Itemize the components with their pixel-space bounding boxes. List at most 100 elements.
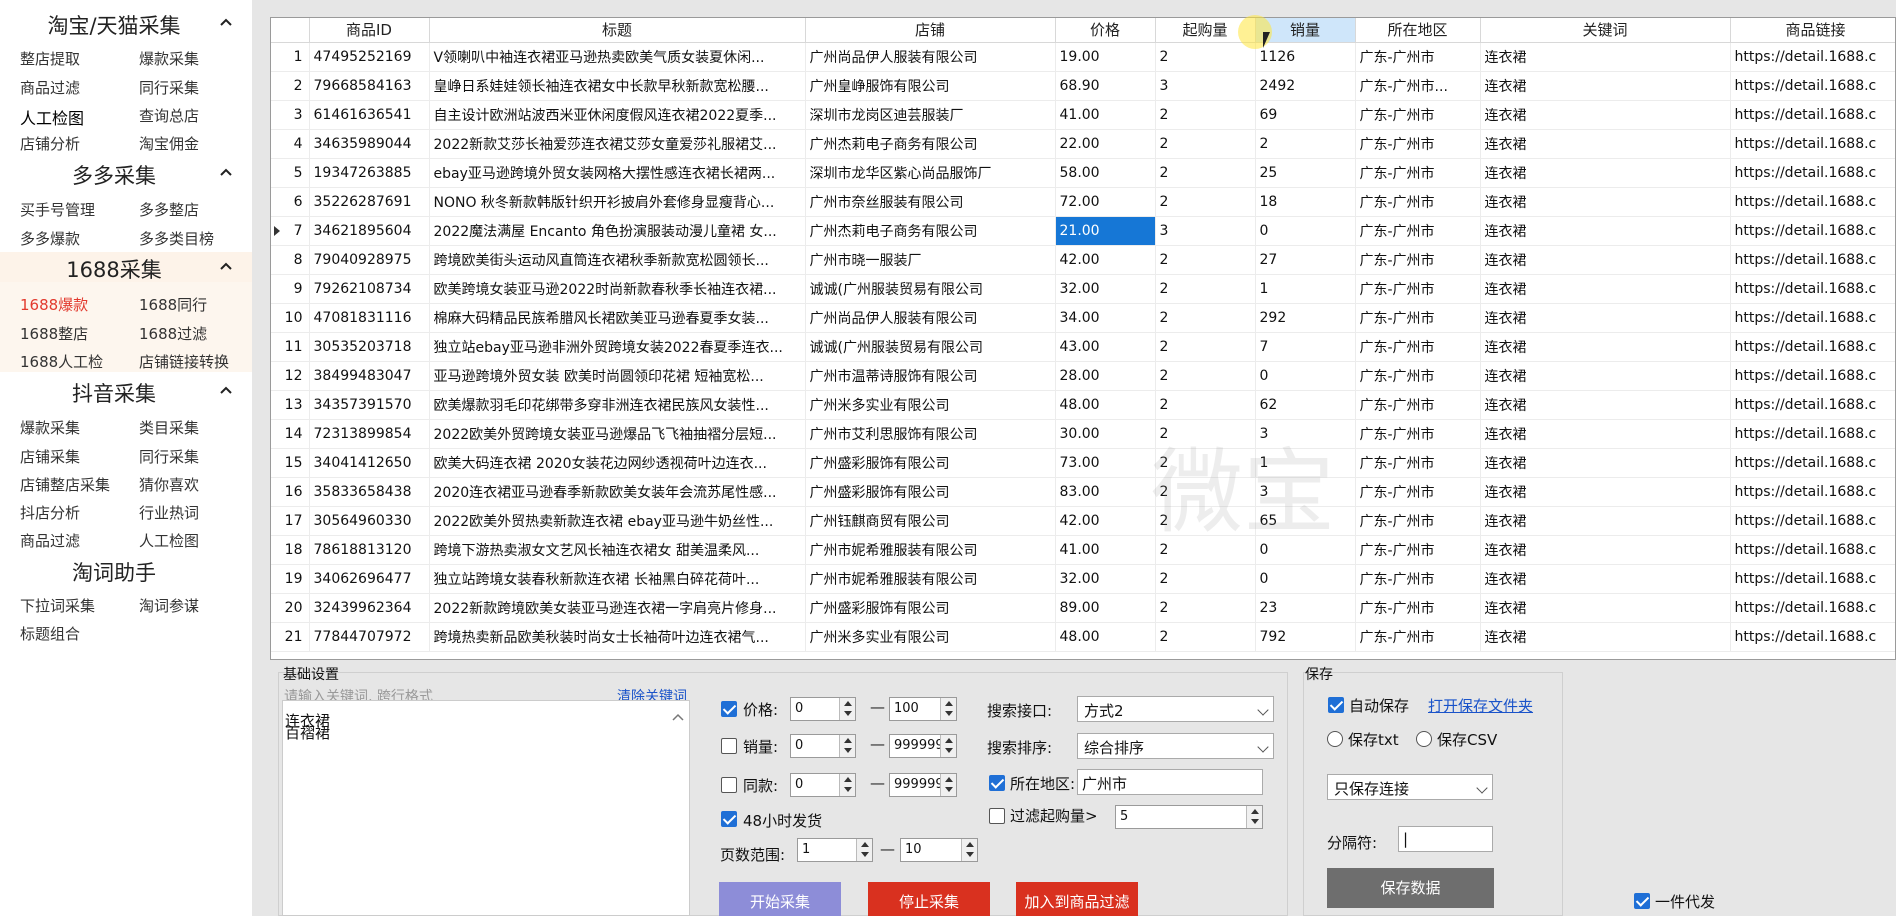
shop-cell[interactable]: 广州市妮希雅服装有限公司 bbox=[805, 535, 1056, 565]
region-cell[interactable]: 广东-广州市 bbox=[1355, 477, 1481, 507]
keyword-cell[interactable]: 连衣裙 bbox=[1480, 593, 1731, 623]
sidebar-item-dy-peer[interactable]: 同行采集 bbox=[139, 446, 199, 467]
min-order-cell[interactable]: 2 bbox=[1155, 187, 1256, 217]
spinner-icon[interactable] bbox=[1246, 806, 1262, 828]
product-id-cell[interactable]: 38499483047 bbox=[309, 361, 430, 391]
section-header-1688[interactable]: 1688采集 bbox=[0, 252, 252, 282]
price-cell[interactable]: 30.00 bbox=[1055, 419, 1156, 449]
sidebar-item-title-combine[interactable]: 标题组合 bbox=[20, 623, 80, 644]
product-id-cell[interactable]: 79668584163 bbox=[309, 71, 430, 101]
product-id-cell[interactable]: 47495252169 bbox=[309, 42, 430, 72]
price-min-input[interactable]: 0 bbox=[790, 697, 856, 721]
region-cell[interactable]: 广东-广州市 bbox=[1355, 187, 1481, 217]
sales-cell[interactable]: 0 bbox=[1255, 535, 1356, 565]
link-cell[interactable]: https://detail.1688.c bbox=[1730, 274, 1895, 304]
title-cell[interactable]: 自主设计欧洲站波西米亚休闲度假风连衣裙2022夏季... bbox=[429, 100, 806, 130]
region-cell[interactable]: 广东-广州市 bbox=[1355, 129, 1481, 159]
title-cell[interactable]: 亚马逊跨境外贸女装 欧美时尚圆领印花裙 短袖宽松... bbox=[429, 361, 806, 391]
link-cell[interactable]: https://detail.1688.c bbox=[1730, 187, 1895, 217]
link-cell[interactable]: https://detail.1688.c bbox=[1730, 100, 1895, 130]
min-order-cell[interactable]: 2 bbox=[1155, 158, 1256, 188]
sidebar-item-shop-extract[interactable]: 整店提取 bbox=[20, 48, 80, 69]
table-row[interactable]: 2 79668584163 皇峥日系娃娃领长袖连衣裙女中长款早秋新款宽松腰... 广州… bbox=[271, 71, 1895, 101]
product-id-cell[interactable]: 34635989044 bbox=[309, 129, 430, 159]
sidebar-item-query-store[interactable]: 查询总店 bbox=[139, 105, 199, 126]
sidebar-item-dy-store-analysis[interactable]: 抖店分析 bbox=[20, 502, 80, 523]
title-cell[interactable]: 欧美跨境女装亚马逊2022时尚新款春秋季长袖连衣裙... bbox=[429, 274, 806, 304]
spinner-icon[interactable] bbox=[839, 774, 855, 796]
minbuy-input[interactable]: 5 bbox=[1115, 805, 1263, 829]
min-order-cell[interactable]: 2 bbox=[1155, 361, 1256, 391]
link-cell[interactable]: https://detail.1688.c bbox=[1730, 593, 1895, 623]
shop-cell[interactable]: 广州米多实业有限公司 bbox=[805, 622, 1056, 652]
product-id-cell[interactable]: 77844707972 bbox=[309, 622, 430, 652]
min-order-cell[interactable]: 2 bbox=[1155, 100, 1256, 130]
sidebar-item-1688-manual-check[interactable]: 1688人工检 bbox=[20, 351, 103, 372]
region-cell[interactable]: 广东-广州市 bbox=[1355, 448, 1481, 478]
sales-cell[interactable]: 62 bbox=[1255, 390, 1356, 420]
table-row[interactable]: 9 79262108734 欧美跨境女装亚马逊2022时尚新款春秋季长袖连衣裙...… bbox=[271, 274, 1895, 304]
sidebar-item-product-filter[interactable]: 商品过滤 bbox=[20, 77, 80, 98]
sidebar-item-word-advisor[interactable]: 淘词参谋 bbox=[139, 595, 199, 616]
product-id-cell[interactable]: 30535203718 bbox=[309, 332, 430, 362]
keyword-cell[interactable]: 连衣裙 bbox=[1480, 332, 1731, 362]
page-min-input[interactable]: 1 bbox=[797, 838, 873, 862]
sidebar-item-taobao-commission[interactable]: 淘宝佣金 bbox=[139, 133, 199, 154]
price-cell[interactable]: 41.00 bbox=[1055, 100, 1156, 130]
row-number-cell[interactable]: 9 bbox=[271, 274, 310, 304]
keyword-cell[interactable]: 连衣裙 bbox=[1480, 564, 1731, 594]
shop-cell[interactable]: 广州尚品伊人服装有限公司 bbox=[805, 303, 1056, 333]
product-id-cell[interactable]: 30564960330 bbox=[309, 506, 430, 536]
section-header-taobao[interactable]: 淘宝/天猫采集 bbox=[0, 8, 252, 38]
region-cell[interactable]: 广东-广州市 bbox=[1355, 361, 1481, 391]
row-number-cell[interactable]: 16 bbox=[271, 477, 310, 507]
min-order-cell[interactable]: 2 bbox=[1155, 564, 1256, 594]
shop-cell[interactable]: 诚诚(广州服装贸易有限公司 bbox=[805, 332, 1056, 362]
keyword-cell[interactable]: 连衣裙 bbox=[1480, 187, 1731, 217]
sidebar-item-dy-category[interactable]: 类目采集 bbox=[139, 417, 199, 438]
title-cell[interactable]: 欧美大码连衣裙 2020女装花边网纱透视荷叶边连衣... bbox=[429, 448, 806, 478]
spinner-icon[interactable] bbox=[961, 839, 977, 861]
price-cell[interactable]: 72.00 bbox=[1055, 187, 1156, 217]
column-header-price[interactable]: 价格 bbox=[1055, 18, 1156, 43]
product-id-cell[interactable]: 35833658438 bbox=[309, 477, 430, 507]
sales-cell[interactable]: 3 bbox=[1255, 477, 1356, 507]
table-row[interactable]: 15 34041412650 欧美大码连衣裙 2020女装花边网纱透视荷叶边连衣..… bbox=[271, 448, 1895, 478]
dropship-checkbox[interactable] bbox=[1634, 893, 1650, 909]
minbuy-checkbox[interactable] bbox=[989, 808, 1005, 824]
region-cell[interactable]: 广东-广州市 bbox=[1355, 274, 1481, 304]
sales-cell[interactable]: 0 bbox=[1255, 564, 1356, 594]
keyword-textarea[interactable] bbox=[282, 700, 690, 916]
min-order-cell[interactable]: 2 bbox=[1155, 129, 1256, 159]
keyword-cell[interactable]: 连衣裙 bbox=[1480, 390, 1731, 420]
row-number-cell[interactable]: 3 bbox=[271, 100, 310, 130]
sidebar-item-manual-check[interactable]: 人工检图 bbox=[20, 105, 84, 129]
sales-checkbox[interactable] bbox=[721, 738, 737, 754]
min-order-cell[interactable]: 2 bbox=[1155, 274, 1256, 304]
link-cell[interactable]: https://detail.1688.c bbox=[1730, 245, 1895, 275]
title-cell[interactable]: 皇峥日系娃娃领长袖连衣裙女中长款早秋新款宽松腰... bbox=[429, 71, 806, 101]
table-row[interactable]: 3 61461636541 自主设计欧洲站波西米亚休闲度假风连衣裙2022夏季...… bbox=[271, 100, 1895, 130]
spinner-icon[interactable] bbox=[839, 735, 855, 757]
column-header-title[interactable]: 标题 bbox=[429, 18, 806, 43]
shop-cell[interactable]: 广州盛彩服饰有限公司 bbox=[805, 448, 1056, 478]
table-row[interactable]: 12 38499483047 亚马逊跨境外贸女装 欧美时尚圆领印花裙 短袖宽松...… bbox=[271, 361, 1895, 391]
sidebar-item-buyer-accounts[interactable]: 买手号管理 bbox=[20, 199, 95, 220]
row-number-cell[interactable]: 19 bbox=[271, 564, 310, 594]
search-api-select[interactable]: 方式2 bbox=[1077, 696, 1274, 722]
table-row[interactable]: 8 79040928975 跨境欧美街头运动风直筒连衣裙秋季新款宽松圆领长... 广州… bbox=[271, 245, 1895, 275]
sales-cell[interactable]: 7 bbox=[1255, 332, 1356, 362]
sales-cell[interactable]: 2492 bbox=[1255, 71, 1356, 101]
keyword-cell[interactable]: 连衣裙 bbox=[1480, 361, 1731, 391]
shop-cell[interactable]: 广州钰麒商贸有限公司 bbox=[805, 506, 1056, 536]
sidebar-item-shop-analysis[interactable]: 店铺分析 bbox=[20, 133, 80, 154]
price-cell[interactable]: 73.00 bbox=[1055, 448, 1156, 478]
shop-cell[interactable]: 深圳市龙岗区迪芸服装厂 bbox=[805, 100, 1056, 130]
row-number-cell[interactable]: 2 bbox=[271, 71, 310, 101]
sidebar-item-dy-whole-shop[interactable]: 店铺整店采集 bbox=[20, 474, 110, 495]
product-id-cell[interactable]: 35226287691 bbox=[309, 187, 430, 217]
table-row[interactable]: 5 19347263885 ebay亚马逊跨境外贸女装网格大摆性感连衣裙长裙两...… bbox=[271, 158, 1895, 188]
section-header-douyin[interactable]: 抖音采集 bbox=[0, 376, 252, 406]
keyword-cell[interactable]: 连衣裙 bbox=[1480, 158, 1731, 188]
search-sort-select[interactable]: 综合排序 bbox=[1077, 733, 1274, 759]
